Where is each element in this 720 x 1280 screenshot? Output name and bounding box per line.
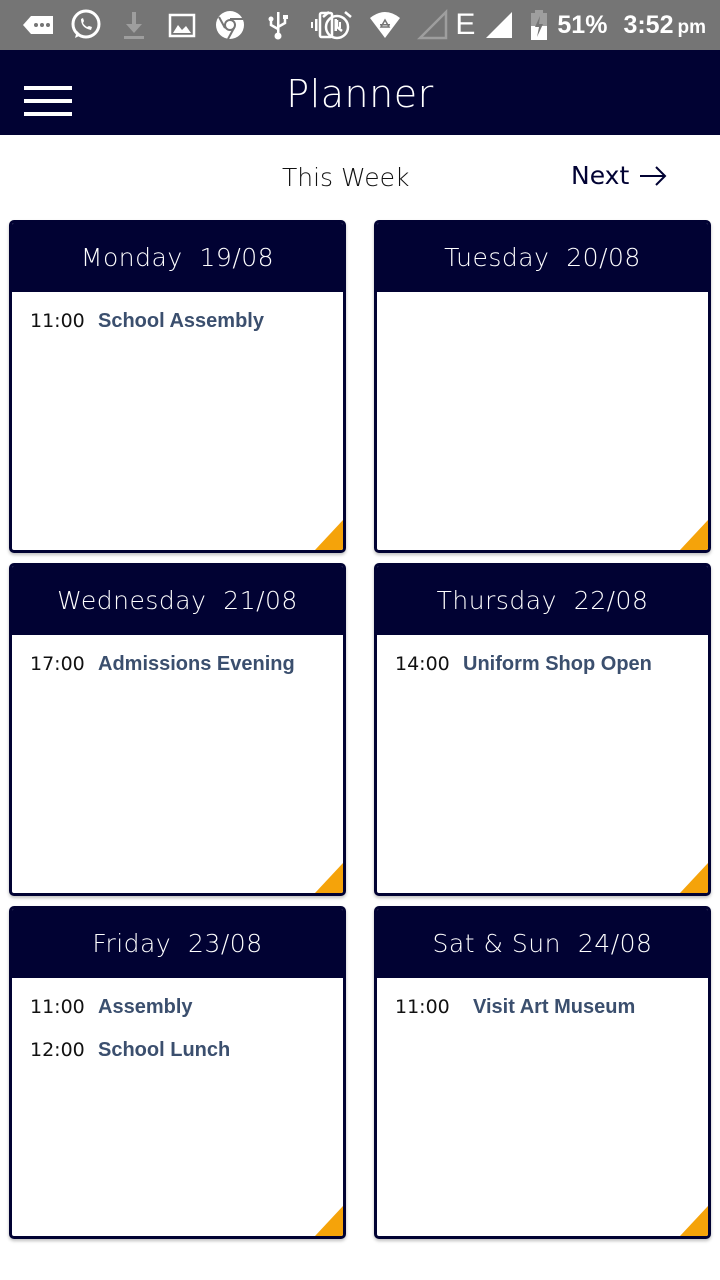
event-item[interactable]: 12:00 School Lunch [12, 1039, 343, 1082]
day-card-weekend[interactable]: Sat & Sun 24/08 11:00 Visit Art Museum [374, 906, 711, 1239]
message-icon [18, 5, 58, 45]
corner-fold-marker [680, 1206, 708, 1236]
corner-fold-marker [680, 520, 708, 550]
day-header: Thursday 22/08 [377, 566, 708, 635]
download-icon [114, 5, 154, 45]
day-events: 11:00 Assembly 12:00 School Lunch [12, 978, 343, 1082]
day-events: 11:00 Visit Art Museum [377, 978, 708, 1039]
clock-time: 3:52 [623, 10, 674, 39]
event-time: 11:00 [395, 996, 450, 1018]
page-title: Planner [286, 72, 434, 116]
event-item[interactable]: 11:00 School Assembly [12, 310, 343, 353]
day-header: Sat & Sun 24/08 [377, 909, 708, 978]
current-week-label: This Week [282, 163, 410, 192]
day-card-friday[interactable]: Friday 23/08 11:00 Assembly 12:00 School… [9, 906, 346, 1239]
event-time: 17:00 [30, 653, 85, 675]
signal-icon [479, 5, 519, 45]
event-item[interactable]: 11:00 Assembly [12, 996, 343, 1039]
event-title: Visit Art Museum [473, 996, 636, 1018]
chrome-icon [210, 5, 250, 45]
alarm-icon [317, 5, 357, 45]
signal-empty-icon [413, 5, 453, 45]
next-week-button[interactable]: Next [571, 161, 667, 190]
next-week-label: Next [571, 161, 630, 190]
wifi-icon [365, 5, 405, 45]
event-item[interactable]: 11:00 Visit Art Museum [377, 996, 708, 1039]
day-events: 17:00 Admissions Evening [12, 635, 343, 696]
event-title: Admissions Evening [98, 653, 295, 675]
day-header: Friday 23/08 [12, 909, 343, 978]
status-bar: E 51% 3:52 pm [0, 0, 720, 50]
day-events: 14:00 Uniform Shop Open [377, 635, 708, 696]
corner-fold-marker [315, 1206, 343, 1236]
event-time: 14:00 [395, 653, 450, 675]
day-card-tuesday[interactable]: Tuesday 20/08 [374, 220, 711, 553]
week-navigation: This Week Next [0, 135, 720, 220]
event-time: 11:00 [30, 996, 85, 1018]
event-item[interactable]: 17:00 Admissions Evening [12, 653, 343, 696]
day-events: 11:00 School Assembly [12, 292, 343, 353]
whatsapp-icon [66, 5, 106, 45]
day-card-wednesday[interactable]: Wednesday 21/08 17:00 Admissions Evening [9, 563, 346, 896]
app-bar: Planner [0, 50, 720, 135]
event-title: School Lunch [98, 1039, 231, 1061]
day-card-monday[interactable]: Monday 19/08 11:00 School Assembly [9, 220, 346, 553]
day-card-thursday[interactable]: Thursday 22/08 14:00 Uniform Shop Open [374, 563, 711, 896]
event-item[interactable]: 14:00 Uniform Shop Open [377, 653, 708, 696]
day-events [377, 292, 708, 310]
event-time: 12:00 [30, 1039, 85, 1061]
event-title: School Assembly [98, 310, 264, 332]
event-time: 11:00 [30, 310, 85, 332]
image-icon [162, 5, 202, 45]
day-header: Tuesday 20/08 [377, 223, 708, 292]
event-title: Assembly [98, 996, 193, 1018]
battery-charging-icon [527, 5, 551, 45]
arrow-right-icon [640, 165, 667, 186]
network-type-icon: E [455, 8, 476, 41]
day-header: Wednesday 21/08 [12, 566, 343, 635]
usb-icon [258, 5, 298, 45]
event-title: Uniform Shop Open [463, 653, 652, 675]
clock-ampm: pm [677, 17, 707, 38]
corner-fold-marker [315, 520, 343, 550]
battery-percentage: 51% [557, 10, 608, 39]
day-header: Monday 19/08 [12, 223, 343, 292]
corner-fold-marker [680, 863, 708, 893]
corner-fold-marker [315, 863, 343, 893]
